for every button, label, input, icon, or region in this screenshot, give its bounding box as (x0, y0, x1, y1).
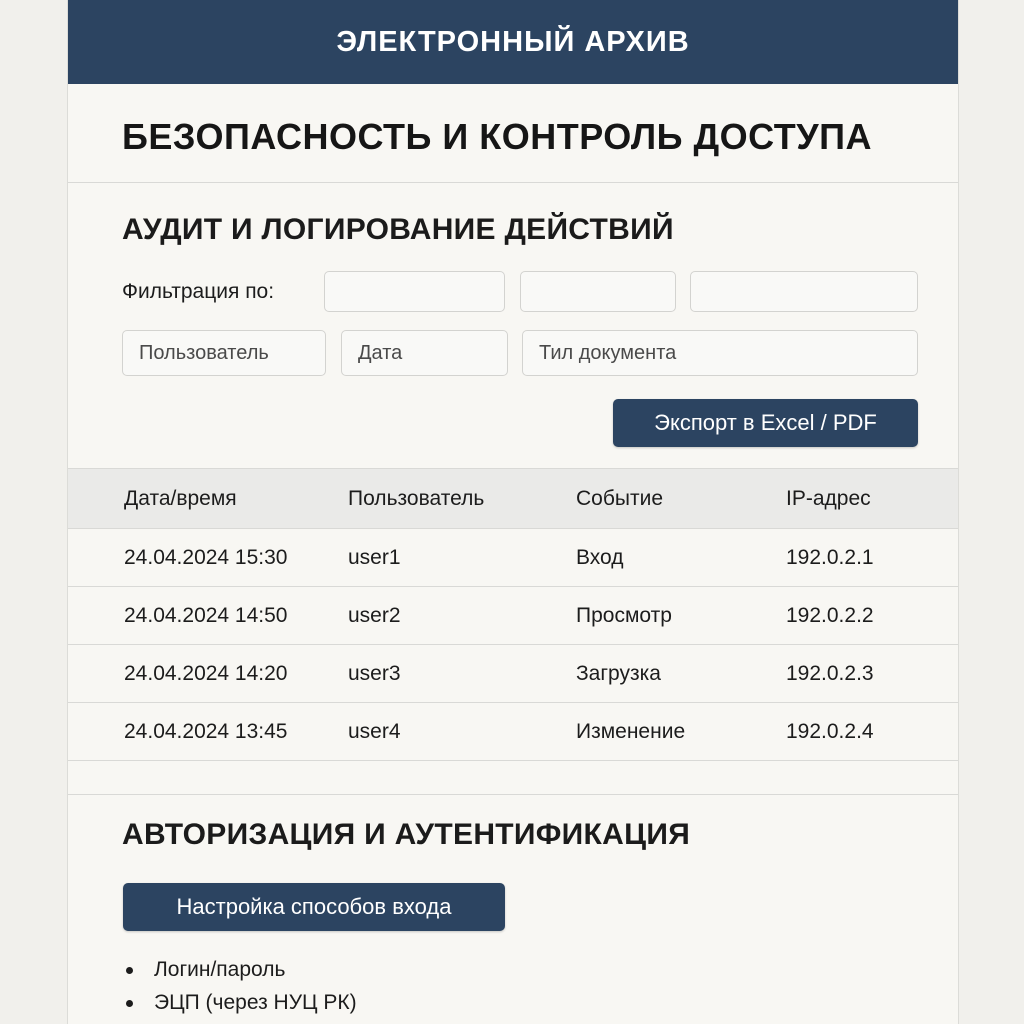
column-header-event[interactable]: Событие (576, 487, 663, 511)
column-header-ip[interactable]: IP-адрес (786, 487, 871, 511)
filter-input-1[interactable] (324, 271, 505, 312)
cell-ip: 192.0.2.2 (786, 603, 874, 627)
filter-input-2[interactable] (520, 271, 676, 312)
login-methods-settings-button[interactable]: Настройка способов входа (123, 883, 505, 931)
filter-label: Фильтрация по: (122, 280, 275, 303)
cell-event: Вход (576, 545, 624, 569)
cell-ip: 192.0.2.3 (786, 661, 874, 685)
app-header: ЭЛЕКТРОННЫЙ АРХИВ (68, 0, 958, 84)
filter-input-3[interactable] (690, 271, 918, 312)
login-methods-list: Логин/пароль ЭЦП (через НУЦ РК) (126, 953, 357, 1019)
cell-ip: 192.0.2.4 (786, 719, 874, 743)
list-item: Логин/пароль (126, 953, 357, 986)
user-filter-input[interactable] (122, 330, 326, 376)
date-filter-input[interactable] (341, 330, 508, 376)
cell-user: user4 (348, 719, 401, 743)
cell-datetime: 24.04.2024 13:45 (124, 719, 288, 743)
table-row[interactable]: 24.04.2024 13:45 user4 Изменение 192.0.2… (68, 703, 958, 761)
auth-section-title: АВТОРИЗАЦИЯ И АУТЕНТИФИКАЦИЯ (122, 818, 691, 851)
audit-log-table: Дата/время Пользователь Событие IP-адрес… (68, 468, 958, 761)
cell-user: user1 (348, 545, 401, 569)
login-method-eds: ЭЦП (через НУЦ РК) (154, 991, 357, 1014)
login-method-password: Логин/пароль (154, 958, 286, 981)
title-block: БЕЗОПАСНОСТЬ И КОНТРОЛЬ ДОСТУПА (68, 84, 958, 183)
table-row[interactable]: 24.04.2024 14:50 user2 Просмотр 192.0.2.… (68, 587, 958, 645)
audit-section-title: АУДИТ И ЛОГИРОВАНИЕ ДЕЙСТВИЙ (122, 213, 674, 246)
column-header-user[interactable]: Пользователь (348, 487, 484, 511)
cell-event: Просмотр (576, 603, 672, 627)
bullet-icon (126, 967, 133, 974)
list-item: ЭЦП (через НУЦ РК) (126, 986, 357, 1019)
page-title: БЕЗОПАСНОСТЬ И КОНТРОЛЬ ДОСТУПА (122, 116, 873, 157)
cell-event: Загрузка (576, 661, 661, 685)
table-row[interactable]: 24.04.2024 14:20 user3 Загрузка 192.0.2.… (68, 645, 958, 703)
cell-datetime: 24.04.2024 14:20 (124, 661, 288, 685)
cell-datetime: 24.04.2024 14:50 (124, 603, 288, 627)
section-divider (68, 794, 958, 795)
table-row[interactable]: 24.04.2024 15:30 user1 Вход 192.0.2.1 (68, 529, 958, 587)
table-header: Дата/время Пользователь Событие IP-адрес (68, 468, 958, 529)
cell-user: user2 (348, 603, 401, 627)
cell-user: user3 (348, 661, 401, 685)
cell-event: Изменение (576, 719, 686, 743)
column-header-datetime[interactable]: Дата/время (124, 487, 237, 511)
export-button[interactable]: Экспорт в Excel / PDF (613, 399, 918, 447)
document-type-filter-input[interactable] (522, 330, 918, 376)
cell-datetime: 24.04.2024 15:30 (124, 545, 288, 569)
bullet-icon (126, 1000, 133, 1007)
app-title: ЭЛЕКТРОННЫЙ АРХИВ (336, 25, 690, 58)
cell-ip: 192.0.2.1 (786, 545, 874, 569)
page: ЭЛЕКТРОННЫЙ АРХИВ БЕЗОПАСНОСТЬ И КОНТРОЛ… (67, 0, 959, 1024)
